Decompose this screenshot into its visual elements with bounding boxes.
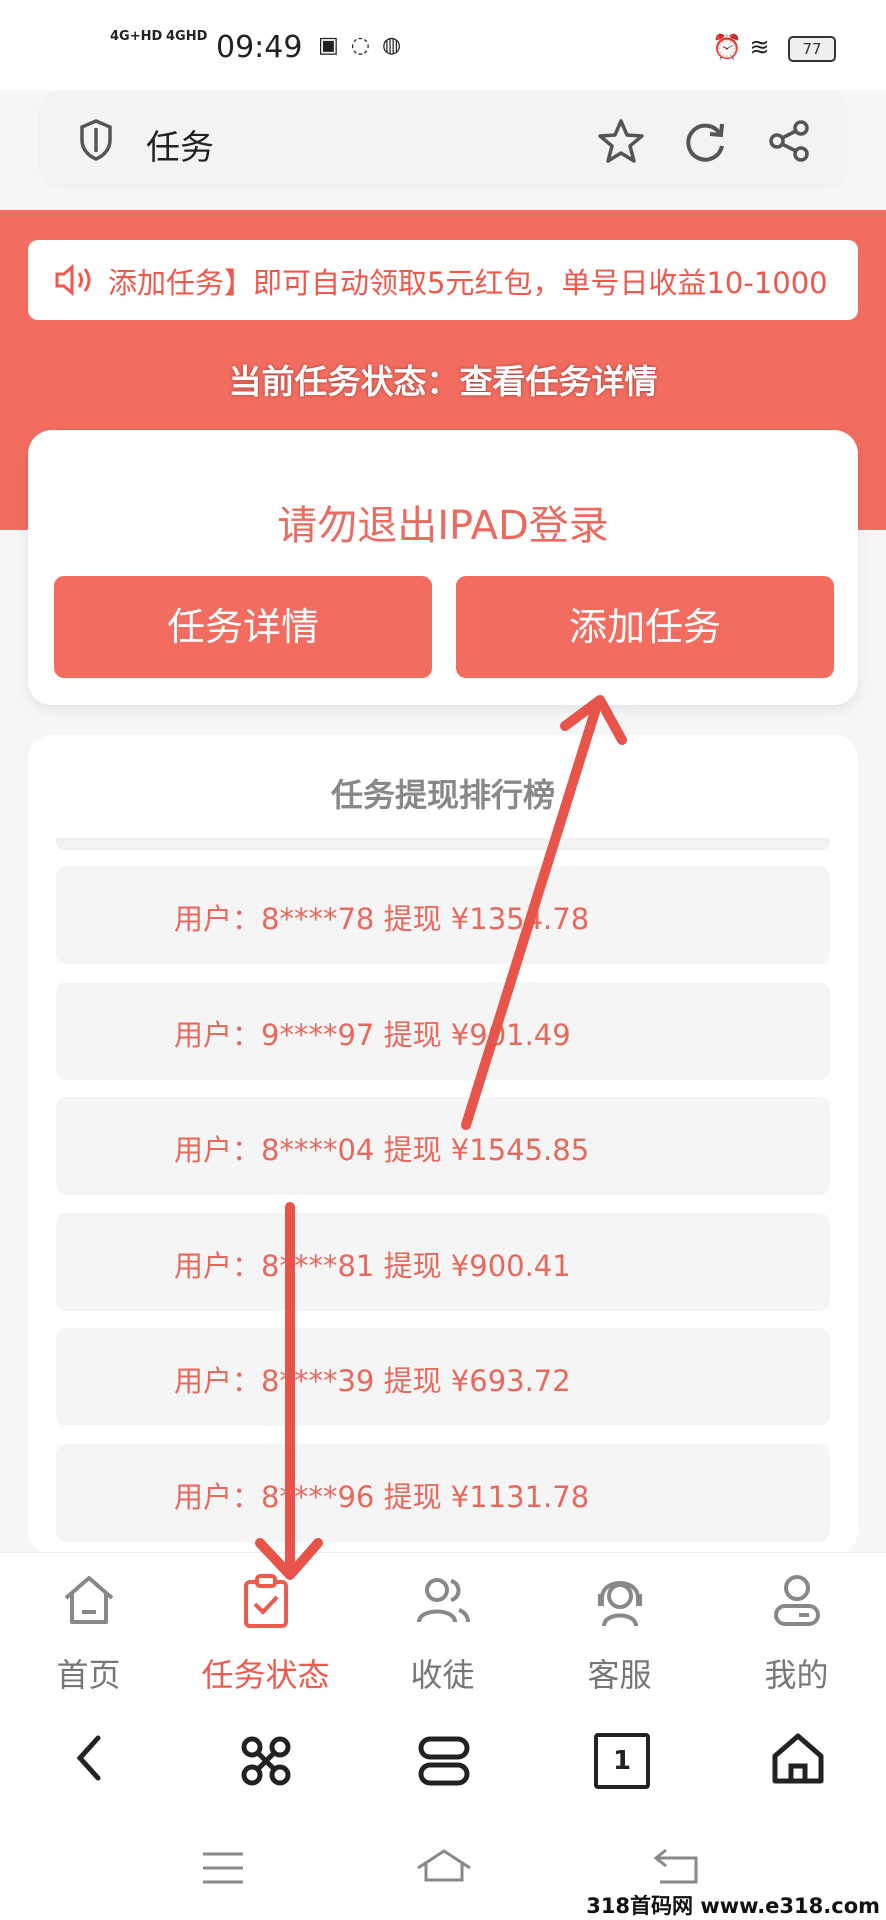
task-details-button[interactable]: 任务详情 bbox=[54, 576, 432, 678]
battery-indicator: 77 bbox=[788, 36, 836, 62]
table-row: 用户：8****04 提现 ¥1545.85 bbox=[56, 1097, 830, 1195]
tab-label: 客服 bbox=[587, 1656, 652, 1694]
notice-text: 添加任务】即可自动领取5元红包，单号日收益10-1000 bbox=[108, 266, 828, 300]
speaker-icon bbox=[55, 263, 91, 297]
home-icon bbox=[64, 1576, 113, 1624]
system-back-icon[interactable] bbox=[652, 1846, 700, 1886]
tab-support[interactable]: 客服 bbox=[531, 1570, 708, 1694]
users-icon bbox=[416, 1578, 470, 1623]
tab-label: 收徒 bbox=[410, 1656, 475, 1694]
task-status-text: 当前任务状态：查看任务详情 bbox=[228, 362, 658, 401]
tab-label: 任务状态 bbox=[201, 1656, 330, 1694]
notice-marquee: 添加任务】即可自动领取5元红包，单号日收益10-1000 bbox=[28, 240, 858, 320]
network-indicator: 4G+HD 4GHD bbox=[110, 29, 208, 44]
tab-home[interactable]: 首页 bbox=[0, 1570, 177, 1694]
watermark: 318首码网 www.e318.com bbox=[586, 1894, 880, 1918]
table-row: 用户：8****39 提现 ¥693.72 bbox=[56, 1328, 830, 1426]
table-row: 用户：8****81 提现 ¥900.41 bbox=[56, 1213, 830, 1311]
clock: 09:49 bbox=[216, 30, 303, 65]
browser-home-icon[interactable] bbox=[770, 1730, 826, 1786]
tabs-count-button[interactable]: 1 bbox=[594, 1733, 650, 1789]
refresh-icon[interactable] bbox=[680, 116, 730, 166]
user-icon bbox=[773, 1575, 820, 1626]
alarm-wifi-icons: ⏰ ≋ bbox=[712, 33, 770, 61]
clipboard-check-icon bbox=[243, 1574, 288, 1628]
add-task-button[interactable]: 添加任务 bbox=[456, 576, 834, 678]
table-row: 用户：8****78 提现 ¥1354.78 bbox=[56, 866, 830, 964]
shield-icon[interactable] bbox=[78, 118, 114, 162]
apps-icon[interactable] bbox=[238, 1733, 294, 1789]
star-icon[interactable] bbox=[596, 116, 646, 166]
list-item bbox=[56, 838, 830, 850]
recents-icon[interactable] bbox=[200, 1848, 246, 1888]
notification-icons: ▣◌◍ bbox=[318, 33, 414, 58]
tab-mine[interactable]: 我的 bbox=[708, 1570, 885, 1694]
ranking-title: 任务提现排行榜 bbox=[330, 776, 555, 814]
table-row: 用户：8****96 提现 ¥1131.78 bbox=[56, 1444, 830, 1542]
table-row: 用户：9****97 提现 ¥901.49 bbox=[56, 982, 830, 1080]
back-icon[interactable] bbox=[70, 1733, 110, 1783]
headset-icon bbox=[597, 1581, 642, 1627]
tab-recruit[interactable]: 收徒 bbox=[354, 1570, 531, 1694]
tab-label: 首页 bbox=[56, 1656, 121, 1694]
share-icon[interactable] bbox=[764, 116, 814, 166]
page-title: 任务 bbox=[146, 128, 214, 168]
tab-label: 我的 bbox=[764, 1656, 829, 1694]
tab-task-status[interactable]: 任务状态 bbox=[177, 1570, 354, 1694]
menu-icon[interactable] bbox=[416, 1733, 472, 1789]
system-home-icon[interactable] bbox=[414, 1846, 474, 1886]
card-title: 请勿退出IPAD登录 bbox=[277, 503, 609, 549]
